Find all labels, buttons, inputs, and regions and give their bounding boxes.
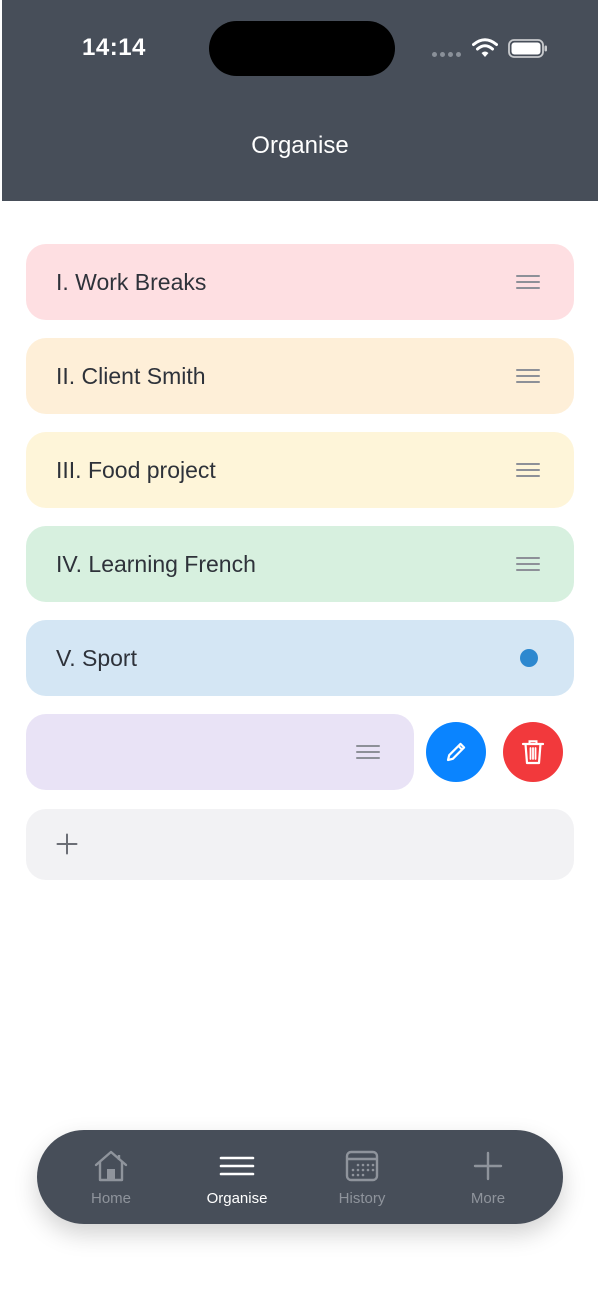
trash-icon — [521, 740, 545, 765]
category-label: V. Sport — [56, 645, 137, 671]
home-icon — [94, 1150, 128, 1182]
drag-handle-icon[interactable] — [516, 275, 540, 289]
tab-bar: Home Organise History More — [37, 1130, 563, 1224]
dynamic-island — [209, 21, 395, 76]
tab-history[interactable]: History — [299, 1130, 425, 1224]
drag-handle-icon[interactable] — [516, 463, 540, 477]
category-row[interactable]: III. Food project — [26, 432, 574, 508]
add-category-button[interactable] — [26, 809, 574, 880]
color-dot[interactable] — [520, 649, 538, 667]
tab-home[interactable]: Home — [48, 1130, 174, 1224]
category-row[interactable]: I. Work Breaks — [26, 244, 574, 320]
category-label: IV. Learning French — [56, 551, 256, 577]
category-row[interactable]: II. Client Smith — [26, 338, 574, 414]
delete-button[interactable] — [503, 722, 563, 782]
category-row-swiped[interactable] — [26, 714, 414, 790]
tab-label: Organise — [206, 1190, 268, 1207]
pencil-icon — [446, 742, 466, 762]
status-time: 14:14 — [82, 34, 146, 61]
category-label: I. Work Breaks — [56, 269, 207, 295]
calendar-icon — [345, 1150, 379, 1182]
category-label: II. Client Smith — [56, 363, 206, 389]
tab-label: More — [470, 1190, 506, 1207]
tab-organise[interactable]: Organise — [174, 1130, 300, 1224]
tab-label: History — [338, 1190, 386, 1207]
battery-icon — [508, 39, 547, 58]
tab-more[interactable]: More — [425, 1130, 551, 1224]
category-row[interactable]: V. Sport — [26, 620, 574, 696]
wifi-icon — [472, 38, 498, 57]
tab-label: Home — [90, 1190, 131, 1207]
drag-handle-icon[interactable] — [356, 745, 380, 759]
cellular-signal-icon — [432, 52, 461, 57]
drag-handle-icon[interactable] — [516, 557, 540, 571]
page-title: Organise — [251, 132, 349, 159]
header-bar: 14:14 Organise — [2, 0, 598, 201]
category-label: III. Food project — [56, 457, 216, 483]
menu-icon — [219, 1156, 255, 1176]
edit-button[interactable] — [426, 722, 486, 782]
plus-icon — [56, 833, 78, 855]
drag-handle-icon[interactable] — [516, 369, 540, 383]
category-row[interactable]: IV. Learning French — [26, 526, 574, 602]
plus-icon — [473, 1151, 503, 1181]
